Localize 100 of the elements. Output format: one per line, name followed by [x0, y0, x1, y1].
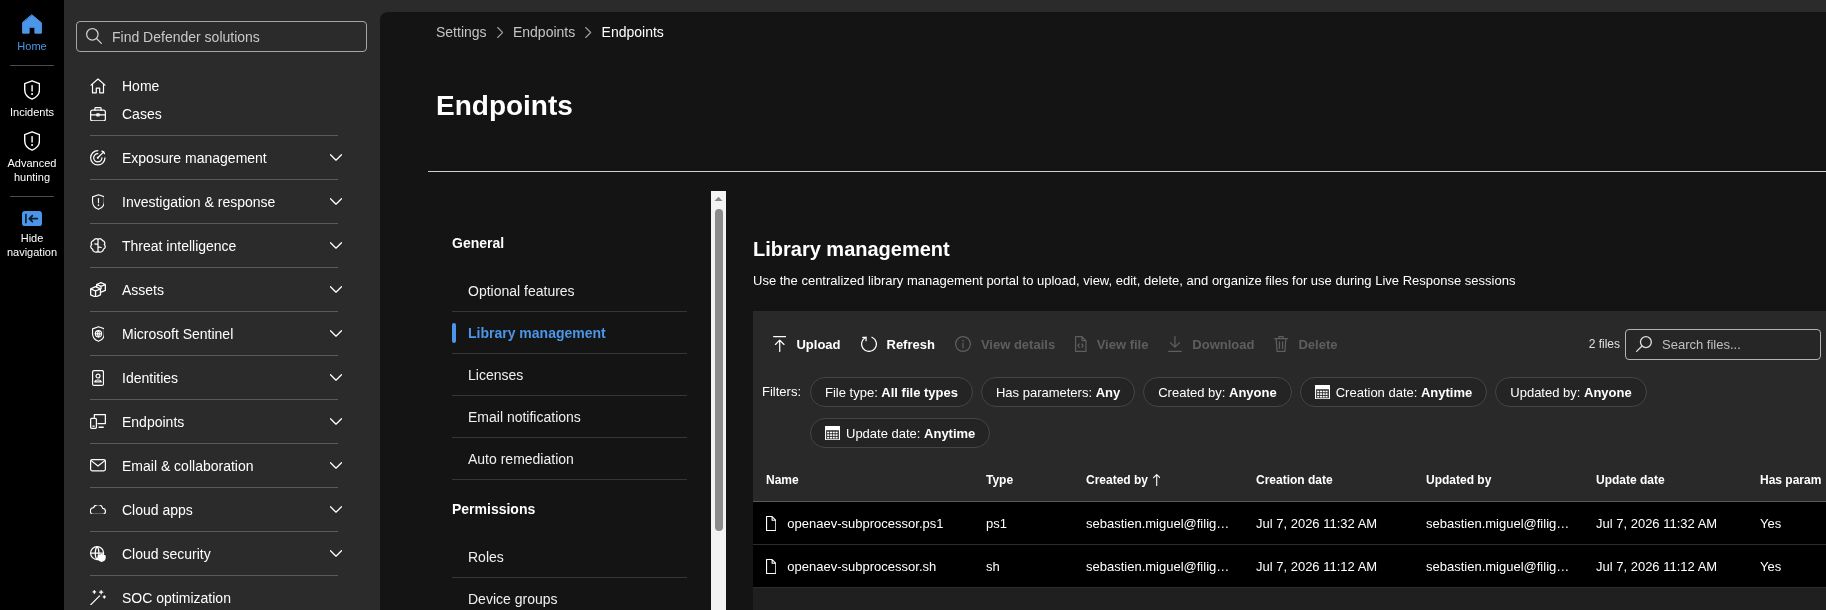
table-cell: sebastien.miguel@filig… — [1426, 515, 1570, 531]
calendar-icon — [1314, 384, 1330, 400]
section-title: Library management — [753, 237, 950, 262]
settings-nav-item[interactable]: Optional features — [452, 270, 687, 312]
table-cell: sebastien.miguel@filig… — [1086, 558, 1230, 574]
search-icon — [86, 28, 102, 44]
table-cell: ps1 — [986, 515, 1007, 531]
settings-nav-item[interactable]: Device groups — [452, 578, 687, 610]
file-count: 2 files — [1588, 337, 1620, 351]
rail-item[interactable]: Incidents — [2, 74, 62, 125]
filter-chip[interactable]: File type: All file types — [810, 377, 973, 407]
nav-item[interactable]: Home — [90, 72, 344, 100]
nav-item[interactable]: Cloud apps — [90, 488, 344, 531]
settings-nav-item[interactable]: Auto remediation — [452, 438, 687, 480]
search-icon — [1636, 335, 1652, 352]
shield-alert-icon — [23, 131, 41, 151]
nav-item[interactable]: Endpoints — [90, 400, 344, 443]
shield-globe-icon — [91, 325, 105, 342]
nav-item[interactable]: Cases — [90, 100, 344, 128]
chevron-right-icon — [496, 26, 503, 38]
table-cell: Jul 7, 2026 11:32 AM — [1596, 515, 1718, 531]
search-field[interactable]: Search files... — [1625, 328, 1821, 360]
nav-item[interactable]: SOC optimization — [90, 576, 344, 610]
section-heading: General — [452, 234, 506, 253]
calendar-icon — [825, 425, 840, 441]
column-header[interactable]: Creation date — [1256, 473, 1333, 487]
scroll-up-icon — [714, 196, 723, 202]
filter-chip[interactable]: Updated by: Anyone — [1495, 377, 1647, 407]
cloud-icon — [90, 504, 106, 515]
refresh-icon — [860, 336, 877, 352]
globe-shield-icon — [90, 545, 106, 562]
rail-item[interactable]: Advanced hunting — [2, 125, 62, 190]
table-cell: Yes — [1760, 558, 1782, 574]
devices-icon — [90, 414, 106, 429]
envelope-icon — [90, 459, 106, 472]
column-header[interactable]: Created by — [1086, 473, 1161, 487]
scrollbar-thumb[interactable] — [714, 209, 723, 532]
nav-item[interactable]: Identities — [90, 356, 344, 399]
nav-item[interactable]: Cloud security — [90, 532, 344, 575]
nav-item[interactable]: Investigation & response — [90, 180, 344, 223]
table-cell: sebastien.miguel@filig… — [1086, 515, 1230, 531]
settings-nav-item[interactable]: Roles — [452, 536, 687, 578]
contact-card-icon — [91, 369, 104, 386]
upload-icon — [773, 336, 787, 352]
column-header[interactable]: Name — [766, 473, 799, 487]
nav-item[interactable]: Email & collaboration — [90, 444, 344, 487]
filter-chip[interactable]: Has parameters: Any — [980, 377, 1136, 407]
table-cell: sh — [986, 558, 1000, 574]
search-field[interactable]: Find Defender solutions — [76, 21, 367, 52]
table-row[interactable]: openaev-subprocessor.sh sh sebastien.miguel@filig… Jul 7, 2026 11:12 AM sebastien.miguel@filig… Jul 7, 2026 11:12 AM Yes — [753, 545, 1826, 588]
table-row[interactable]: openaev-subprocessor.ps1 ps1 sebastien.miguel@filig… Jul 7, 2026 11:32 AM sebastien.miguel@filig… Jul 7, 2026 11:32 AM Yes — [753, 502, 1826, 545]
wand-icon — [90, 589, 106, 606]
trash-icon — [1274, 336, 1289, 352]
table-cell: Yes — [1760, 515, 1782, 531]
section-heading: Permissions — [452, 500, 537, 519]
home-icon — [22, 14, 42, 34]
filters-label: Filters: — [762, 383, 801, 401]
column-header[interactable]: Update date — [1596, 473, 1665, 487]
scrollbar[interactable] — [711, 191, 726, 610]
home-icon — [90, 78, 106, 94]
page-title: Endpoints — [436, 89, 573, 123]
column-header[interactable]: Type — [986, 473, 1014, 487]
table-cell: Jul 7, 2026 11:32 AM — [1256, 515, 1378, 531]
filter-chip[interactable]: Creation date: Anytime — [1299, 377, 1488, 407]
column-header[interactable]: Updated by — [1426, 473, 1492, 487]
file-name: openaev-subprocessor.sh — [787, 558, 937, 574]
settings-nav-item[interactable]: Library management — [452, 312, 687, 354]
breadcrumb-current: Endpoints — [601, 24, 664, 40]
briefcase-icon — [90, 106, 106, 122]
cubes-icon — [90, 281, 106, 298]
nav-item[interactable]: Exposure management — [90, 136, 344, 179]
file-name: openaev-subprocessor.ps1 — [787, 515, 944, 531]
breadcrumb-link[interactable]: Settings — [436, 24, 487, 40]
table-cell: Jul 7, 2026 11:12 AM — [1256, 558, 1378, 574]
chevron-right-icon — [585, 26, 592, 38]
shield-alert-icon — [91, 193, 105, 210]
info-icon — [954, 336, 971, 352]
filter-chip[interactable]: Update date: Anytime — [810, 418, 991, 448]
download-icon — [1168, 336, 1183, 352]
nav-item[interactable]: Microsoft Sentinel — [90, 312, 344, 355]
file-code-icon — [1075, 336, 1087, 352]
section-description: Use the centralized library management portal to upload, view, edit, delete, and organize files for use during Live Response sessions — [753, 272, 1516, 290]
file-icon — [766, 515, 777, 531]
settings-nav-item[interactable]: Email notifications — [452, 396, 687, 438]
toolbar-button[interactable]: Upload — [765, 328, 849, 360]
breadcrumb-link[interactable]: Endpoints — [512, 24, 576, 40]
toolbar-button[interactable]: Refresh — [852, 328, 943, 360]
hide-navigation-button[interactable]: Hide navigation — [2, 205, 62, 266]
file-icon — [766, 558, 777, 574]
settings-nav-item[interactable]: Licenses — [452, 354, 687, 396]
target-icon — [90, 149, 106, 166]
table-cell: sebastien.miguel@filig… — [1426, 558, 1570, 574]
filter-chip[interactable]: Created by: Anyone — [1143, 377, 1292, 407]
table-cell: Jul 7, 2026 11:12 AM — [1596, 558, 1718, 574]
column-header[interactable]: Has param — [1760, 473, 1822, 487]
brain-icon — [90, 237, 106, 254]
shield-alert-icon — [23, 80, 41, 100]
nav-item[interactable]: Assets — [90, 268, 344, 311]
rail-item[interactable]: Home — [2, 8, 62, 59]
nav-item[interactable]: Threat intelligence — [90, 224, 344, 267]
